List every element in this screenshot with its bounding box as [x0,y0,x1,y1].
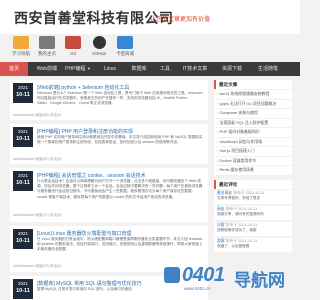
post-meta: Administrator 阅读(37) 评论(0) [13,213,62,217]
nav-item-web-frontend[interactable]: Web前端 [33,62,61,76]
recent-post-link[interactable]: ▪ Composer 安装与使用 [214,109,292,119]
post-date-badge: 2021 10-11 [13,279,33,299]
post-title[interactable]: [PHP编程] PHP 用户登录和注册功能的实现 [37,128,133,135]
nav-item-php[interactable]: PHP编程 ▼ [62,62,94,76]
post-excerpt: Selenium 是什么？Selenium 是一个 Web 自动化工具，是专门用… [37,91,203,106]
comment-item[interactable]: 网友 发布于 2021-10-11 感谢分享，请问有完整源码吗 [214,206,292,220]
recent-posts-heading: 最近文章 [214,80,292,89]
post-excerpt: 什么是会话技术？会话可以简单理解为用户打开一个浏览器，点击多个超链接，访问服务器… [37,179,203,199]
post-excerpt: 在 Linux 服务器的日常运维中，防火墙配置和端口管理是保障服务器安全的重要环… [37,237,203,252]
post-item: 2021 10-11 [PHP编程] PHP 用户登录和注册功能的实现 使用 P… [10,124,208,164]
nav-item-home[interactable]: 首页 [0,62,28,76]
post-date-badge: 2021 10-11 [13,83,33,103]
site-header: 西安首善堂科技有限公司 让您的文章更加有价值 [0,0,300,34]
quick-links: 学习导航 我的主页 Git GitHub 卡密商城 [10,36,170,60]
watermark-brand: 导航网 [234,271,285,290]
post-month-day: 10-11 [16,136,30,142]
comment-item[interactable]: 游客 发布于 2021-10-11 收藏了，以后慢慢看 [214,238,292,252]
watermark: 0401 导航网 www.0401.cn [164,264,300,294]
quick-link-card-shop[interactable]: 卡密商城 [114,36,136,57]
recent-posts-list: ▪ win11 系统原版镜像安装教程 ▪ gopls 无法打开 Go 项目问题解… [214,90,292,176]
main-nav: 首页 Web前端 PHP编程 ▼ Linux 数据库 工具 IT技术文章 资源下… [0,62,300,76]
recent-post-label: JavaScript 闭包与作用域 [219,138,263,144]
post-title[interactable]: [Web前端] python + Selenium 自动化工具 [37,84,129,91]
recent-post-link[interactable]: ▪ win11 系统原版镜像安装教程 [214,90,292,100]
site-slogan: 让您的文章更加有价值 [150,17,211,23]
quick-link-label: 我的主页 [38,51,56,56]
quick-link-label: Git [70,51,76,56]
post-excerpt: 使用 PHP 实现用户登录和注册功能是网站开发中的基础。本文将介绍如何使用 PH… [37,135,203,145]
nav-item-tools[interactable]: 工具 [156,62,174,76]
recent-post-label: 宝塔面板 SQL 注入防护配置 [219,119,269,125]
nav-item-label: PHP编程 [65,66,86,72]
recent-post-link[interactable]: ▪ PHP 面向对象基础知识 [214,128,292,138]
quick-link-git[interactable]: Git [62,36,84,56]
comment-author: 匿名网友 [217,191,233,195]
post-date-badge: 2021 10-11 [13,171,33,191]
nav-item-linux[interactable]: Linux [98,62,122,76]
recent-post-link[interactable]: ▪ Vue.js 项目搭建入门 [214,147,292,157]
comment-text: 文章写得很好，学到了很多 [217,196,261,200]
recent-post-link[interactable]: ▪ JavaScript 闭包与作用域 [214,138,292,147]
post-meta: Administrator 阅读(42) 评论(0) [13,157,62,161]
comment-item[interactable]: 访客 发布于 2021-10-11 按教程操作成功了，谢谢 [214,222,292,236]
recent-post-link[interactable]: ▪ Redis 缓存使用场景 [214,166,292,176]
nav-item-database[interactable]: 数据库 [128,62,150,76]
quick-link-label: 卡密商城 [116,51,134,56]
comment-time: 发布于 2021-10-11 [225,207,258,211]
recent-post-link[interactable]: ▪ gopls 无法打开 Go 项目问题解决 [214,100,292,109]
nav-item-it-articles[interactable]: IT技术文章 [178,62,212,76]
git-icon [65,36,81,49]
watermark-url: www.0401.cn [184,286,211,291]
recent-post-label: Vue.js 项目搭建入门 [219,148,255,153]
recent-post-label: PHP 面向对象基础知识 [219,129,260,134]
post-date-badge: 2021 10-11 [13,127,33,147]
comment-author: 访客 [217,223,225,227]
comment-time: 发布于 2021-10-11 [233,191,265,195]
recent-post-link[interactable]: ▪ 宝塔面板 SQL 注入防护配置 [214,119,292,128]
recent-post-label: Docker 容器常用命令 [219,157,257,163]
watermark-logo-icon [164,267,180,283]
recent-post-label: win11 系统原版镜像安装教程 [219,91,270,96]
recent-comments-heading: 最近评论 [214,180,292,189]
comment-time: 发布于 2021-10-11 [225,239,258,243]
post-month-day: 10-11 [16,180,30,186]
comment-time: 发布于 2021-10-11 [225,223,258,227]
post-title[interactable]: [Linux] Linux 服务器防火墙配置与端口管理 [37,230,131,237]
recent-post-link[interactable]: ▪ Docker 容器常用命令 [214,157,292,166]
quick-link-my-home[interactable]: 我的主页 [36,36,58,57]
comment-author: 游客 [217,239,225,243]
quick-link-label: GitHub [91,51,106,56]
post-month-day: 10-11 [16,288,30,294]
post-month-day: 10-11 [16,238,30,244]
quick-link-github[interactable]: GitHub [88,36,110,56]
comment-text: 按教程操作成功了，谢谢 [217,228,257,232]
comment-text: 感谢分享，请问有完整源码吗 [217,212,264,216]
recent-post-label: Redis 缓存使用场景 [219,167,254,172]
shop-icon [117,36,133,49]
post-meta: Administrator 阅读(58) 评论(0) [13,113,62,117]
post-date-badge: 2021 10-11 [13,229,33,249]
quick-link-study-nav[interactable]: 学习导航 [10,36,32,57]
book-icon [13,36,29,49]
caret-down-icon: ▼ [86,66,91,71]
comment-item[interactable]: 匿名网友 发布于 2021-10-11 文章写得很好，学到了很多 [214,190,292,204]
recent-post-label: gopls 无法打开 Go 项目问题解决 [219,100,277,106]
post-title[interactable]: [数据库] MySQL 常用 SQL 语句整理与优化技巧 [37,280,142,287]
post-item: 2021 10-11 [PHP编程] 会话管理之 cookie、session … [10,168,208,222]
watermark-number: 0401 [182,264,225,286]
post-title[interactable]: [PHP编程] 会话管理之 cookie、session 会话技术 [37,172,146,179]
recent-post-label: Composer 安装与使用 [219,110,258,115]
quick-link-label: 学习导航 [12,51,30,56]
comment-text: 收藏了，以后慢慢看 [217,244,250,248]
github-icon [92,36,106,49]
post-meta: Administrator 阅读(29) 评论(0) [13,264,62,268]
post-item: 2021 10-11 [Web前端] python + Selenium 自动化… [10,80,208,120]
nav-item-downloads[interactable]: 资源下载 [218,62,246,76]
post-month-day: 10-11 [16,92,30,98]
profile-icon [39,36,55,49]
comment-author: 网友 [217,207,225,211]
nav-item-life-notes[interactable]: 生活随笔 [254,62,282,76]
